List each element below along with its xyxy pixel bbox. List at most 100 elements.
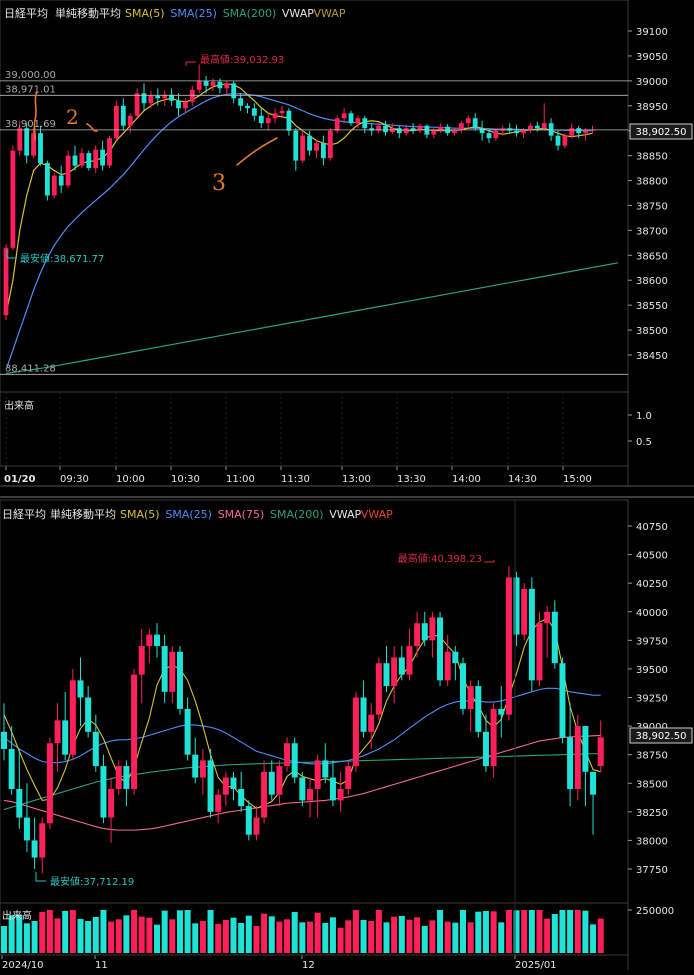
svg-text:0.5: 0.5 (636, 437, 652, 448)
volume-bar (184, 910, 191, 953)
candle-body (183, 101, 188, 109)
candle-body (403, 128, 409, 134)
x-tick-label: 11:00 (226, 474, 255, 485)
x-tick-label: 2025/01 (515, 960, 557, 971)
candle-body (528, 125, 533, 130)
legend-item: VWAP (314, 7, 346, 20)
candle-body (475, 686, 482, 732)
candle-body (8, 748, 15, 789)
volume-bar (123, 915, 130, 953)
candle-body (261, 771, 268, 818)
candle-body (115, 766, 122, 789)
candle-body (127, 115, 133, 126)
candle-body (429, 617, 436, 641)
legend-item: SMA(25) (165, 508, 212, 521)
volume-bar (475, 911, 482, 953)
volume-bar (597, 918, 604, 953)
candle-body (459, 123, 464, 130)
svg-text:1.0: 1.0 (636, 411, 652, 422)
volume-bar (92, 917, 99, 953)
candle-body (77, 680, 84, 698)
candle-body (452, 651, 459, 664)
volume-bar (521, 910, 528, 953)
x-tick-label: 13:00 (342, 474, 371, 485)
volume-bar (398, 916, 405, 953)
candle-body (92, 731, 99, 767)
candle-body (352, 697, 359, 767)
volume-bar (551, 914, 558, 953)
volume-bar (345, 920, 352, 953)
y-tick-label: 39050 (636, 52, 668, 63)
x-tick-label: 12 (302, 960, 315, 971)
y-tick-label: 38500 (636, 326, 668, 337)
volume-bar (245, 915, 252, 953)
bottom-candles (1, 566, 604, 874)
volume-bar (544, 918, 551, 953)
candle-body (62, 720, 69, 755)
top-y-axis: 3910039050390003895038900388503880038750… (628, 27, 668, 362)
top-price-badge: 38,902.50 (629, 123, 693, 140)
candle-body (414, 623, 421, 647)
chart-canvas: 日経平均 単純移動平均 SMA(5) SMA(25) SMA(200) VWAP VWAP… (0, 0, 694, 971)
volume-bar (299, 922, 306, 953)
candle-body (479, 128, 485, 134)
y-tick-label: 40000 (636, 608, 668, 619)
candle-body (238, 98, 243, 106)
candle-body (146, 634, 153, 647)
candle-body (507, 128, 513, 131)
reference-line-label: 38,411.28 (5, 363, 56, 374)
volume-bar (261, 913, 268, 953)
top-title: 日経平均 (4, 7, 48, 20)
volume-bar (490, 911, 497, 953)
annotation-3-arrow (236, 137, 278, 166)
candle-body (322, 760, 329, 778)
volume-bar (505, 910, 512, 953)
candle-body (217, 81, 223, 89)
volume-bar (253, 926, 260, 953)
candle-body (169, 651, 176, 692)
volume-bar (368, 921, 375, 953)
candle-body (541, 123, 547, 129)
top-high-marker: 最高値:39,032.93 (185, 53, 284, 66)
volume-bar (429, 920, 436, 953)
y-tick-label: 39100 (636, 27, 668, 38)
x-tick-label: 09:30 (60, 474, 89, 485)
top-low-marker: 最安値:38,671.77 (6, 250, 104, 265)
y-tick-label: 38500 (636, 779, 668, 790)
x-tick-label: 11 (95, 960, 108, 971)
candle-body (582, 726, 589, 772)
legend-item: SMA(200) (270, 508, 324, 521)
volume-bar (329, 917, 336, 953)
y-tick-label: 38800 (636, 177, 668, 188)
candle-body (72, 155, 78, 166)
bottom-volume-bars (1, 910, 604, 953)
candle-body (562, 135, 568, 146)
candle-body (141, 93, 147, 104)
candle-body (230, 777, 237, 789)
candle-body (421, 623, 428, 641)
candle-body (555, 135, 561, 146)
candle-body (583, 130, 588, 134)
svg-text:38,902.50: 38,902.50 (636, 731, 687, 742)
candle-body (391, 657, 398, 687)
candle-body (514, 130, 519, 134)
candle-body (253, 817, 260, 835)
candle-body (300, 135, 306, 161)
volume-bar (69, 910, 76, 953)
candle-body (189, 89, 195, 102)
candle-body (207, 760, 214, 812)
candle-body (224, 83, 230, 89)
candle-body (291, 743, 298, 778)
y-tick-label: 40500 (636, 551, 668, 562)
volume-bar (452, 922, 459, 953)
candle-body (10, 150, 16, 248)
candle-body (107, 138, 112, 166)
candle-body (576, 128, 582, 134)
candle-body (486, 133, 492, 139)
candle-body (299, 777, 306, 801)
reference-line-label: 39,000.00 (5, 70, 56, 81)
candle-body (1, 731, 7, 749)
candle-body (528, 588, 535, 681)
volume-bar (567, 910, 574, 953)
candle-body (521, 588, 528, 635)
